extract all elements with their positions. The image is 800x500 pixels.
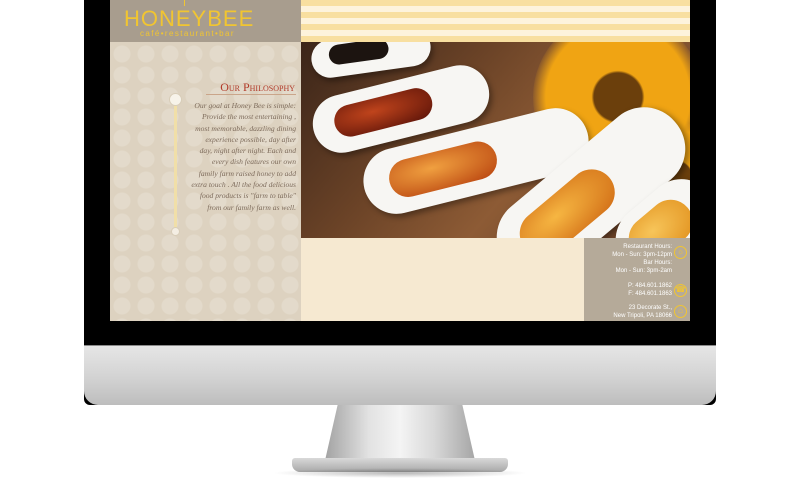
contact-block: P: 484.601.1862 F: 484.601.1863 [586,282,672,298]
logo-bar: HONEYBEE café•restaurant•bar [110,0,301,42]
philosophy-line: from our family farm as well. [207,202,296,212]
philosophy-line: most memorable, dazzling dining [195,123,296,133]
sidebar: HONEYBEE café•restaurant•bar Our Philoso… [110,0,301,321]
philosophy-line: food products is "farm to table" [199,191,296,201]
info-panel: Restaurant Hours: Mon - Sun: 3pm-12pm Ba… [584,238,690,321]
philosophy-heading: Our Philosophy [220,80,295,94]
hero-image-honey-spoons [301,42,690,238]
spoon [308,42,434,81]
philosophy-line: family farm raised honey to add [198,168,296,178]
phone-number[interactable]: P: 484.601.1862 [586,282,672,290]
site-tagline: café•restaurant•bar [140,29,235,38]
honey-sample [330,84,436,141]
phone-icon[interactable]: ☎ [674,284,687,297]
scroll-end-cap [171,227,180,236]
philosophy-text: Our goal at Honey Bee is simple: Provide… [186,100,296,213]
monitor-chin [84,345,716,405]
honey-sample [385,137,501,201]
restaurant-hours: Mon - Sun: 3pm-12pm [612,252,672,258]
address-line: 23 Decorate St., [628,305,672,311]
philosophy-line: every dish features our own [211,157,296,167]
website-screen: HONEYBEE café•restaurant•bar Our Philoso… [110,0,690,321]
home-icon[interactable]: ⌂ [674,305,687,318]
address-block: 23 Decorate St., New Tripoli, PA 18066 [586,304,672,320]
heading-divider [206,94,296,95]
clock-icon: ☼ [674,246,687,259]
stand-shadow [272,468,528,478]
scroll-track[interactable] [174,100,177,230]
site-logo[interactable]: HONEYBEE [124,6,294,31]
honey-sample [327,42,390,66]
bar-hours: Mon - Sun: 3pm-2am [615,268,672,274]
fax-number: F: 484.601.1863 [628,291,672,297]
philosophy-line: experience possible, day after [205,134,296,144]
philosophy-line: Our goal at Honey Bee is simple: [194,101,296,110]
hours-block: Restaurant Hours: Mon - Sun: 3pm-12pm Ba… [586,243,672,275]
restaurant-hours-label: Restaurant Hours: [623,244,672,250]
header-stripes [301,0,690,42]
philosophy-line: Provide the most entertaining , [202,112,296,122]
bar-hours-label: Bar Hours: [643,260,672,266]
philosophy-line: day, night after night. Each and [199,146,296,156]
address-line: New Tripoli, PA 18066 [613,313,672,319]
philosophy-line: extra touch . All the food delicious [191,180,296,190]
monitor-stand [325,405,475,460]
